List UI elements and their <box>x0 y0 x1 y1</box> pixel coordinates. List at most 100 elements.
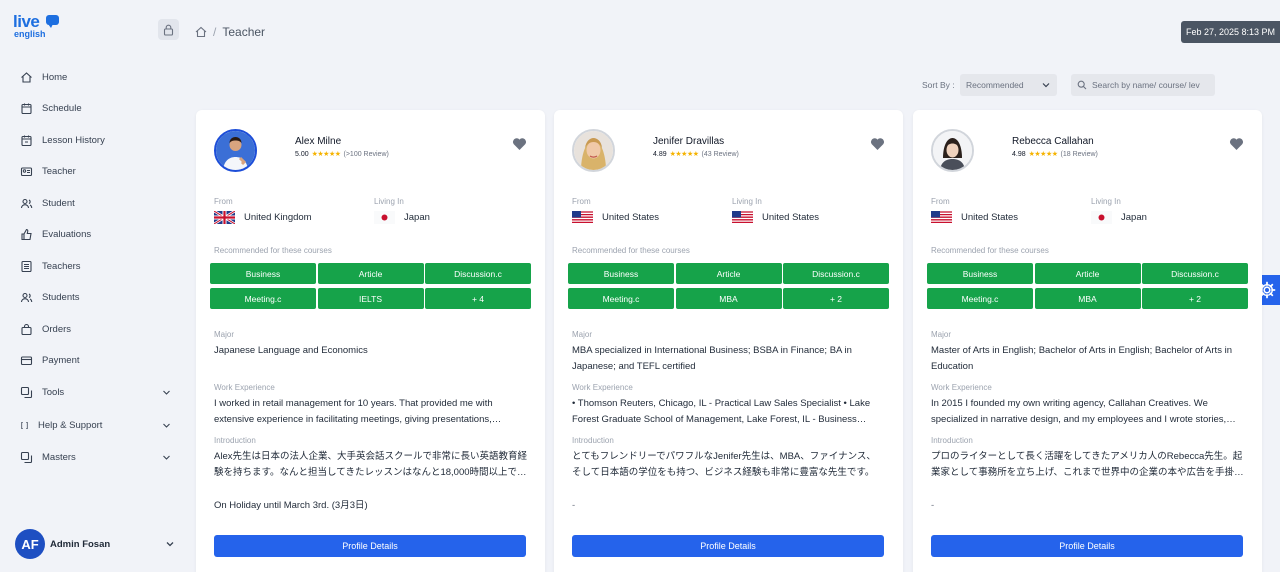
search-icon <box>1077 80 1087 90</box>
heart-icon[interactable] <box>512 137 527 151</box>
course-tag[interactable]: Business <box>210 263 316 284</box>
teacher-name[interactable]: Alex Milne <box>295 136 341 147</box>
heart-icon[interactable] <box>870 137 885 151</box>
teacher-photo[interactable] <box>214 129 257 172</box>
star-icons: ★★★★★ <box>311 151 341 158</box>
user-menu[interactable]: AF Admin Fosan <box>15 529 177 559</box>
sidebar-item-orders[interactable]: Orders <box>20 319 175 339</box>
review-count: (18 Review) <box>1060 150 1098 158</box>
sidebar-item-tools[interactable]: Tools <box>20 382 175 402</box>
living-in-label: Living In <box>732 197 762 206</box>
sort-select[interactable]: Recommended <box>960 74 1057 96</box>
course-tag[interactable]: Meeting.c <box>927 288 1033 309</box>
sidebar-item-payment[interactable]: Payment <box>20 350 175 370</box>
course-tag[interactable]: Business <box>927 263 1033 284</box>
teacher-card: Jenifer Dravillas 4.89 ★★★★★ (43 Review)… <box>554 110 903 572</box>
lock-icon <box>163 24 174 36</box>
more-courses-tag[interactable]: + 4 <box>425 288 531 309</box>
breadcrumb-separator: / <box>213 25 217 39</box>
sidebar-item-help-support[interactable]: Help & Support <box>20 415 175 435</box>
course-tag[interactable]: Article <box>1034 263 1141 284</box>
course-tag[interactable]: Article <box>317 263 424 284</box>
profile-details-button[interactable]: Profile Details <box>214 535 526 557</box>
living-in-label: Living In <box>374 197 404 206</box>
heart-icon[interactable] <box>1229 137 1244 151</box>
recommended-label: Recommended for these courses <box>931 246 1049 255</box>
sidebar-item-label: Lesson History <box>42 134 105 146</box>
recommended-label: Recommended for these courses <box>572 246 690 255</box>
course-tag[interactable]: Discussion.c <box>1142 263 1248 284</box>
sidebar-item-evaluations[interactable]: Evaluations <box>20 224 175 244</box>
home-icon[interactable] <box>195 26 207 38</box>
avatar: AF <box>15 529 45 559</box>
major-label: Major <box>214 330 235 339</box>
bracket-icon <box>21 421 28 429</box>
sidebar-item-schedule[interactable]: Schedule <box>20 98 175 118</box>
sidebar-item-student[interactable]: Student <box>20 193 175 213</box>
calendar-icon <box>21 103 32 114</box>
rating: 5.00 ★★★★★ (>100 Review) <box>295 150 389 159</box>
calendar-icon <box>21 135 32 146</box>
teacher-photo[interactable] <box>572 129 615 172</box>
course-tag[interactable]: Meeting.c <box>210 288 316 309</box>
logo-text-bottom: english <box>14 29 46 39</box>
sidebar-item-home[interactable]: Home <box>20 67 175 87</box>
introduction-text: Alex先生は日本の法人企業、大手英会話スクールで非常に長い英語教育経験を持ちま… <box>214 451 527 478</box>
thumb-up-icon <box>21 228 32 240</box>
course-tag[interactable]: MBA <box>1034 288 1141 309</box>
sort-label: Sort By : <box>922 80 955 90</box>
profile-details-button[interactable]: Profile Details <box>931 535 1243 557</box>
course-tag[interactable]: Article <box>675 263 782 284</box>
course-tag[interactable]: Business <box>568 263 674 284</box>
work-experience-text: In 2015 I founded my own writing agency,… <box>931 398 1227 425</box>
sidebar-item-label: Student <box>42 197 75 209</box>
living-country: Japan <box>1091 211 1147 224</box>
sidebar-item-teacher[interactable]: Teacher <box>20 161 175 181</box>
introduction-label: Introduction <box>931 436 973 445</box>
live-english-logo[interactable]: live english <box>13 13 63 40</box>
review-count: (43 Review) <box>701 150 739 158</box>
teacher-photo[interactable] <box>931 129 974 172</box>
chevron-down-icon <box>166 542 174 547</box>
course-tag[interactable]: Discussion.c <box>425 263 531 284</box>
status-note: On Holiday until March 3rd. (3月3日) <box>214 500 368 511</box>
datetime-badge: Feb 27, 2025 8:13 PM <box>1181 21 1280 43</box>
profile-details-button[interactable]: Profile Details <box>572 535 884 557</box>
teacher-name[interactable]: Jenifer Dravillas <box>653 136 724 147</box>
from-country: United Kingdom <box>214 211 312 224</box>
uk-flag-icon <box>214 211 235 224</box>
sidebar: live english Home Schedule Lesson Histor… <box>0 0 195 572</box>
course-tag[interactable]: Meeting.c <box>568 288 674 309</box>
bag-icon <box>21 323 32 335</box>
rating-score: 5.00 <box>295 150 309 158</box>
more-courses-tag[interactable]: + 2 <box>783 288 889 309</box>
course-tag[interactable]: IELTS <box>317 288 424 309</box>
rating-score: 4.89 <box>653 150 667 158</box>
search-box[interactable] <box>1071 74 1215 96</box>
breadcrumb: / Teacher <box>195 24 265 40</box>
major-label: Major <box>572 330 593 339</box>
course-tag[interactable]: MBA <box>675 288 782 309</box>
major-text: Master of Arts in English; Bachelor of A… <box>931 345 1232 372</box>
teacher-name[interactable]: Rebecca Callahan <box>1012 136 1094 147</box>
sidebar-item-label: Orders <box>42 323 72 335</box>
sidebar-item-label: Students <box>42 291 80 303</box>
major-text: MBA specialized in International Busines… <box>572 345 852 372</box>
sidebar-item-masters[interactable]: Masters <box>20 447 175 467</box>
us-flag-icon <box>931 211 952 224</box>
status-note: - <box>931 500 935 511</box>
lock-sidebar-button[interactable] <box>158 19 179 40</box>
from-country-name: United States <box>602 212 660 223</box>
more-courses-tag[interactable]: + 2 <box>1142 288 1248 309</box>
sidebar-item-teachers[interactable]: Teachers <box>20 256 175 276</box>
sidebar-item-label: Help & Support <box>38 419 103 431</box>
sidebar-item-lesson-history[interactable]: Lesson History <box>20 130 175 150</box>
introduction-label: Introduction <box>214 436 256 445</box>
rating: 4.89 ★★★★★ (43 Review) <box>653 150 739 159</box>
sidebar-item-students[interactable]: Students <box>20 287 175 307</box>
course-list: Business Article Discussion.c Meeting.c … <box>568 263 889 309</box>
course-tag[interactable]: Discussion.c <box>783 263 889 284</box>
card-icon <box>20 355 33 365</box>
users-icon <box>20 292 33 302</box>
search-input[interactable] <box>1092 80 1212 90</box>
